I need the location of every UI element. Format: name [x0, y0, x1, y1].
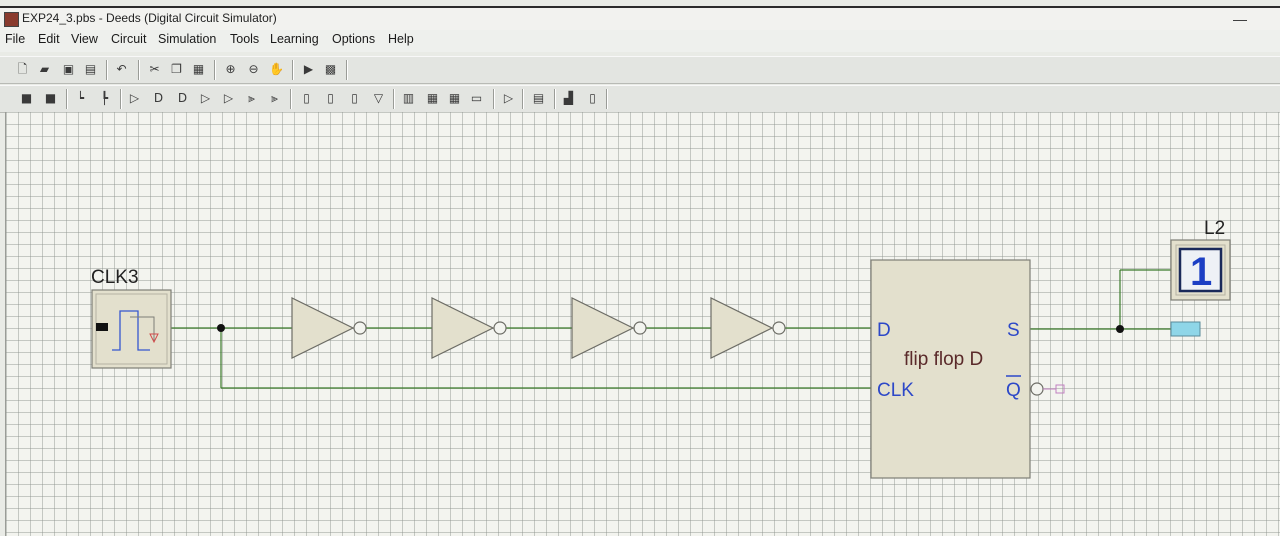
and-gate-icon[interactable]: D: [150, 90, 167, 107]
schematic-canvas[interactable]: CLK3 flip flop D D CLK S Q L2 1: [5, 112, 1280, 536]
stop-all-icon[interactable]: ■: [42, 90, 59, 107]
menu-help[interactable]: Help: [388, 32, 414, 46]
menu-options[interactable]: Options: [332, 32, 375, 46]
menu-bar: File Edit View Circuit Simulation Tools …: [0, 30, 1280, 52]
component-toolbar: ■ ■ ┕ ┡ ▷ D D ▷ ▷ ⫸ ⫸ ▯ ▯ ▯ ▽ ▥ ▦ ▦ ▭ ▷ …: [0, 85, 1280, 113]
bus-icon[interactable]: ┡: [96, 90, 113, 107]
d-flip-flop[interactable]: flip flop D D CLK S Q: [870, 259, 1065, 479]
pin-q-label: Q: [1006, 380, 1021, 401]
minimize-button[interactable]: —: [1230, 11, 1250, 27]
led-display[interactable]: L2 1: [1170, 218, 1231, 301]
buffer-icon[interactable]: ▷: [500, 90, 517, 107]
undo-icon[interactable]: ↶: [113, 61, 130, 78]
menu-circuit[interactable]: Circuit: [111, 32, 146, 46]
wire-icon[interactable]: ┕: [72, 90, 89, 107]
pan-hand-icon[interactable]: ✋: [268, 61, 285, 78]
menu-file[interactable]: File: [5, 32, 25, 46]
zoom-out-icon[interactable]: ⊖: [245, 61, 262, 78]
counter-icon[interactable]: ▯: [346, 90, 363, 107]
inverter-1[interactable]: [291, 297, 367, 359]
pin-clk-label: CLK: [877, 380, 914, 401]
register-icon[interactable]: ▥: [400, 90, 417, 107]
not-gate-icon[interactable]: ▷: [126, 90, 143, 107]
q-output-terminal: [1055, 384, 1065, 394]
print-icon[interactable]: ▤: [82, 61, 99, 78]
inverter-4[interactable]: [710, 297, 786, 359]
xnor-gate-icon[interactable]: ⫸: [266, 90, 283, 107]
led-value: 1: [1190, 250, 1212, 294]
memory-icon[interactable]: ▦: [424, 90, 441, 107]
app-icon: [4, 12, 19, 27]
fsm-icon[interactable]: ▯: [584, 90, 601, 107]
menu-tools[interactable]: Tools: [230, 32, 259, 46]
flip-flop-icon[interactable]: ▯: [298, 90, 315, 107]
lcd-icon[interactable]: ▭: [468, 90, 485, 107]
zoom-in-icon[interactable]: ⊕: [222, 61, 239, 78]
junction-dot: [217, 324, 225, 332]
cut-icon[interactable]: ✂: [146, 61, 163, 78]
clock-label: CLK3: [91, 267, 139, 288]
circuit-diagram: CLK3 flip flop D D CLK S Q L2 1: [91, 218, 1231, 479]
junction-dot: [1116, 325, 1124, 333]
app-window: EXP24_3.pbs - Deeds (Digital Circuit Sim…: [0, 0, 1280, 536]
menu-edit[interactable]: Edit: [38, 32, 60, 46]
led-label: L2: [1204, 218, 1225, 239]
xor-gate-icon[interactable]: ⫸: [243, 90, 260, 107]
new-file-icon[interactable]: 🗋: [14, 61, 31, 78]
clock-generator[interactable]: CLK3: [91, 267, 172, 369]
q-output-bubble: [1030, 382, 1044, 396]
stop-icon[interactable]: ■: [18, 90, 35, 107]
pin-s-label: S: [1007, 320, 1020, 341]
or-gate-icon[interactable]: ▷: [197, 90, 214, 107]
menu-learning[interactable]: Learning: [270, 32, 319, 46]
output-terminal[interactable]: [1170, 321, 1201, 337]
pin-d-label: D: [877, 320, 891, 341]
title-bar: EXP24_3.pbs - Deeds (Digital Circuit Sim…: [0, 6, 1280, 32]
open-folder-icon[interactable]: ▰: [36, 61, 53, 78]
clock-handle: [96, 323, 108, 331]
nand-gate-icon[interactable]: D: [174, 90, 191, 107]
inverter-3[interactable]: [571, 297, 647, 359]
window-title: EXP24_3.pbs - Deeds (Digital Circuit Sim…: [22, 11, 277, 25]
mux-icon[interactable]: ▽: [370, 90, 387, 107]
paste-icon[interactable]: ▦: [190, 61, 207, 78]
flipflop-title: flip flop D: [904, 349, 983, 370]
latch-icon[interactable]: ▯: [322, 90, 339, 107]
timing-icon[interactable]: ▩: [322, 61, 339, 78]
run-icon[interactable]: ▶: [300, 61, 317, 78]
inverter-2[interactable]: [431, 297, 507, 359]
nor-gate-icon[interactable]: ▷: [220, 90, 237, 107]
microcomputer-icon[interactable]: ▟: [560, 90, 577, 107]
copy-icon[interactable]: ❐: [168, 61, 185, 78]
block-icon[interactable]: ▤: [530, 90, 547, 107]
display-icon[interactable]: ▦: [446, 90, 463, 107]
save-icon[interactable]: ▣: [60, 61, 77, 78]
menu-view[interactable]: View: [71, 32, 98, 46]
main-toolbar: 🗋 ▰ ▣ ▤ ↶ ✂ ❐ ▦ ⊕ ⊖ ✋ ▶ ▩: [0, 56, 1280, 84]
menu-simulation[interactable]: Simulation: [158, 32, 216, 46]
